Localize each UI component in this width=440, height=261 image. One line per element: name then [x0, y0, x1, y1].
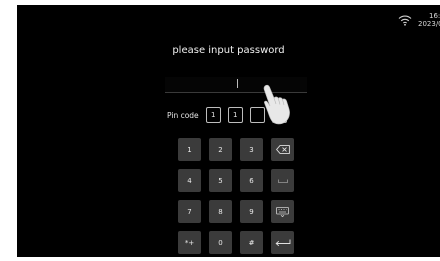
wifi-icon	[398, 15, 412, 26]
page-title: please input password	[172, 45, 285, 56]
key-0[interactable]: 0	[209, 231, 232, 254]
numeric-keypad: 1 2 3 4 5 6 7 8 9 *+ 0 #	[178, 138, 294, 254]
backspace-key[interactable]	[271, 138, 294, 161]
key-9[interactable]: 9	[240, 200, 263, 223]
keyboard-icon	[276, 206, 289, 217]
clock: 16: 2023/08/0	[418, 12, 440, 28]
keyboard-key[interactable]	[271, 200, 294, 223]
backspace-icon	[275, 145, 290, 154]
pointing-hand-icon	[263, 84, 290, 125]
pin-label: Pin code	[167, 110, 199, 120]
space-icon	[277, 179, 288, 183]
key-2[interactable]: 2	[209, 138, 232, 161]
status-bar: 16: 2023/08/0	[398, 12, 440, 34]
pin-digit-1[interactable]: 1	[205, 107, 221, 123]
key-4[interactable]: 4	[178, 169, 201, 192]
key-1[interactable]: 1	[178, 138, 201, 161]
key-7[interactable]: 7	[178, 200, 201, 223]
key-6[interactable]: 6	[240, 169, 263, 192]
key-hash[interactable]: #	[240, 231, 263, 254]
key-star-plus[interactable]: *+	[178, 231, 201, 254]
enter-key[interactable]	[271, 231, 294, 254]
pin-digit-2[interactable]: 1	[227, 107, 243, 123]
password-screen: 16: 2023/08/0 please input password Pin …	[17, 5, 440, 257]
clock-date: 2023/08/0	[418, 20, 440, 28]
enter-icon	[275, 239, 290, 246]
text-caret	[237, 79, 238, 88]
key-3[interactable]: 3	[240, 138, 263, 161]
clock-time: 16:	[429, 12, 440, 20]
key-5[interactable]: 5	[209, 169, 232, 192]
key-8[interactable]: 8	[209, 200, 232, 223]
space-key[interactable]	[271, 169, 294, 192]
